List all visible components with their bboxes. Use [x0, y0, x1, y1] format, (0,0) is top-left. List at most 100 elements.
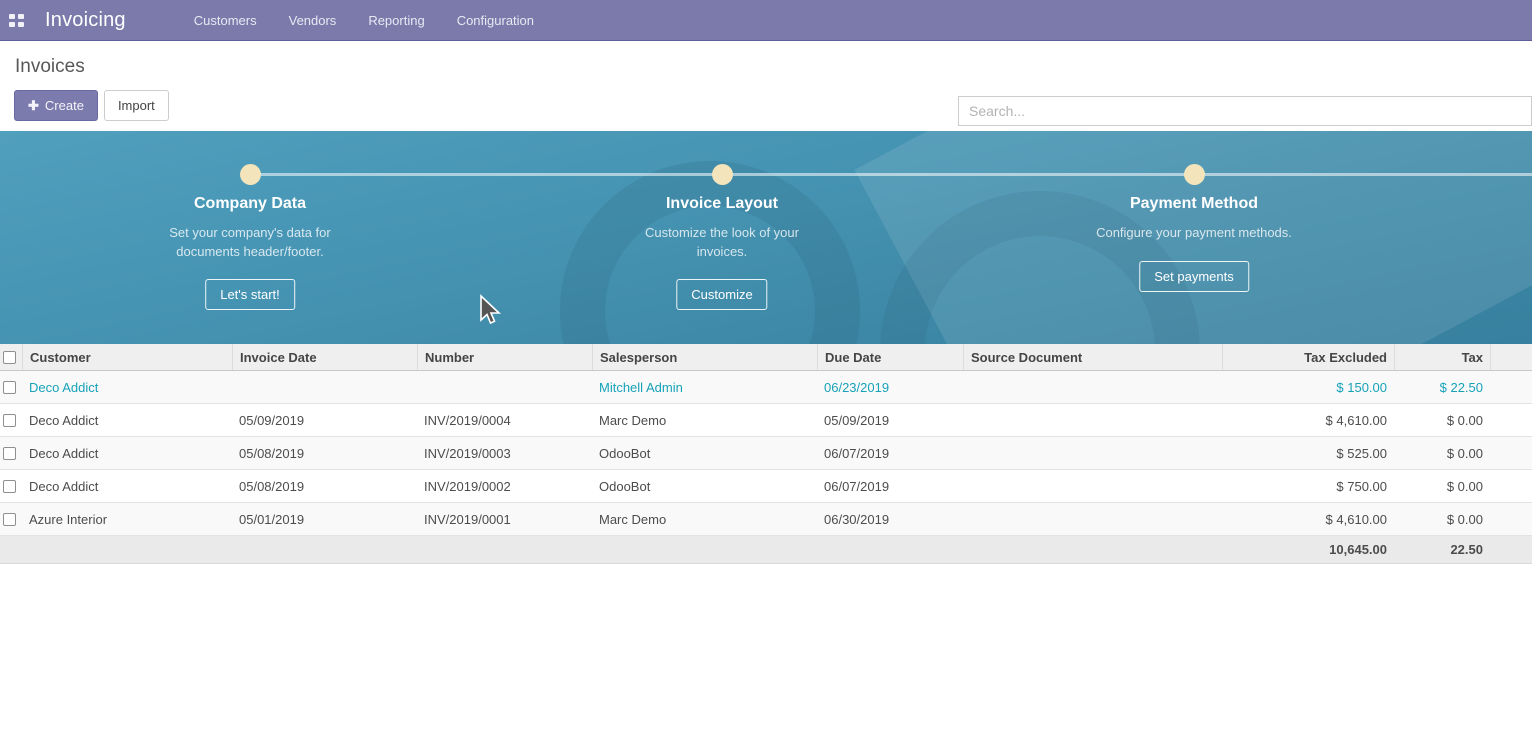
apps-grid-square	[18, 14, 24, 19]
column-header-tax[interactable]: Tax	[1394, 344, 1490, 370]
cell-customer[interactable]: Deco Addict	[22, 413, 232, 428]
import-button-label: Import	[118, 98, 155, 113]
create-button-label: Create	[45, 98, 84, 113]
row-checkbox[interactable]	[3, 480, 16, 493]
cell-invoice-date[interactable]: 05/01/2019	[232, 512, 417, 527]
menu-vendors[interactable]: Vendors	[277, 7, 349, 34]
step-title: Invoice Layout	[562, 195, 882, 213]
table-totals-row: 10,645.00 22.50	[0, 536, 1532, 564]
row-checkbox[interactable]	[3, 447, 16, 460]
invoicing-app-screen: Invoicing Customers Vendors Reporting Co…	[0, 0, 1532, 753]
top-navbar: Invoicing Customers Vendors Reporting Co…	[0, 0, 1532, 41]
cell-customer[interactable]: Deco Addict	[22, 446, 232, 461]
apps-grid-square	[9, 22, 15, 27]
cell-due-date[interactable]: 06/07/2019	[817, 446, 963, 461]
cell-customer[interactable]: Azure Interior	[22, 512, 232, 527]
cell-tax-excluded[interactable]: $ 4,610.00	[1222, 413, 1394, 428]
step-title: Company Data	[90, 195, 410, 213]
menu-configuration[interactable]: Configuration	[445, 7, 546, 34]
cell-customer[interactable]: Deco Addict	[22, 380, 232, 395]
customize-button[interactable]: Customize	[676, 279, 767, 310]
column-header-number[interactable]: Number	[417, 344, 592, 370]
step-description: Customize the look of your invoices.	[632, 224, 812, 262]
cell-salesperson[interactable]: Marc Demo	[592, 413, 817, 428]
cell-tax[interactable]: $ 0.00	[1394, 479, 1490, 494]
row-checkbox[interactable]	[3, 513, 16, 526]
cell-salesperson[interactable]: Marc Demo	[592, 512, 817, 527]
lets-start-button[interactable]: Let's start!	[205, 279, 295, 310]
cell-customer[interactable]: Deco Addict	[22, 479, 232, 494]
cell-due-date[interactable]: 05/09/2019	[817, 413, 963, 428]
set-payments-button[interactable]: Set payments	[1139, 261, 1249, 292]
cell-number[interactable]: INV/2019/0004	[417, 413, 592, 428]
cell-tax-excluded[interactable]: $ 750.00	[1222, 479, 1394, 494]
invoice-table-body: Deco Addict Mitchell Admin 06/23/2019 $ …	[0, 371, 1532, 536]
column-header-source-document[interactable]: Source Document	[963, 344, 1222, 370]
cell-salesperson[interactable]: OdooBot	[592, 446, 817, 461]
column-header-customer[interactable]: Customer	[22, 344, 232, 370]
total-tax-excluded: 10,645.00	[1222, 542, 1394, 557]
step-description: Set your company's data for documents he…	[153, 224, 348, 262]
apps-grid-icon[interactable]	[9, 14, 24, 27]
cell-salesperson[interactable]: Mitchell Admin	[592, 380, 817, 395]
cell-tax[interactable]: $ 22.50	[1394, 380, 1490, 395]
cell-tax[interactable]: $ 0.00	[1394, 512, 1490, 527]
cell-invoice-date[interactable]: 05/09/2019	[232, 413, 417, 428]
cell-due-date[interactable]: 06/07/2019	[817, 479, 963, 494]
cell-tax-excluded[interactable]: $ 4,610.00	[1222, 512, 1394, 527]
app-name[interactable]: Invoicing	[45, 9, 126, 32]
navbar-menus: Customers Vendors Reporting Configuratio…	[182, 7, 546, 34]
column-header-tax-excluded[interactable]: Tax Excluded	[1222, 344, 1394, 370]
search-box	[958, 96, 1532, 126]
onboarding-step-company-data: Company Data Set your company's data for…	[90, 131, 410, 344]
column-header-due-date[interactable]: Due Date	[817, 344, 963, 370]
cell-number[interactable]: INV/2019/0003	[417, 446, 592, 461]
create-button[interactable]: ✚ Create	[14, 90, 98, 121]
page-title: Invoices	[15, 56, 85, 78]
action-buttons: ✚ Create Import	[14, 90, 169, 121]
cell-tax-excluded[interactable]: $ 525.00	[1222, 446, 1394, 461]
step-title: Payment Method	[1034, 195, 1354, 213]
onboarding-step-invoice-layout: Invoice Layout Customize the look of you…	[562, 131, 882, 344]
row-checkbox-cell	[0, 513, 22, 526]
cell-invoice-date[interactable]: 05/08/2019	[232, 446, 417, 461]
cell-due-date[interactable]: 06/23/2019	[817, 380, 963, 395]
header-checkbox-cell	[0, 344, 22, 370]
search-input[interactable]	[959, 97, 1531, 125]
row-checkbox[interactable]	[3, 381, 16, 394]
row-checkbox-cell	[0, 414, 22, 427]
row-checkbox[interactable]	[3, 414, 16, 427]
cell-tax-excluded[interactable]: $ 150.00	[1222, 380, 1394, 395]
cell-due-date[interactable]: 06/30/2019	[817, 512, 963, 527]
table-row[interactable]: Deco Addict 05/08/2019 INV/2019/0002 Odo…	[0, 470, 1532, 503]
import-button[interactable]: Import	[104, 90, 169, 121]
table-row[interactable]: Deco Addict Mitchell Admin 06/23/2019 $ …	[0, 371, 1532, 404]
cell-tax[interactable]: $ 0.00	[1394, 413, 1490, 428]
apps-grid-square	[18, 22, 24, 27]
table-header-row: Customer Invoice Date Number Salesperson…	[0, 344, 1532, 371]
control-panel: Invoices ✚ Create Import Filters ☰	[0, 41, 1532, 131]
column-header-salesperson[interactable]: Salesperson	[592, 344, 817, 370]
column-header-filler	[1490, 344, 1532, 370]
onboarding-step-payment-method: Payment Method Configure your payment me…	[1034, 131, 1354, 344]
row-checkbox-cell	[0, 447, 22, 460]
plus-icon: ✚	[28, 98, 39, 114]
select-all-checkbox[interactable]	[3, 351, 16, 364]
cell-number[interactable]: INV/2019/0001	[417, 512, 592, 527]
cell-tax[interactable]: $ 0.00	[1394, 446, 1490, 461]
row-checkbox-cell	[0, 480, 22, 493]
cell-number[interactable]: INV/2019/0002	[417, 479, 592, 494]
invoice-list: Customer Invoice Date Number Salesperson…	[0, 344, 1532, 564]
table-row[interactable]: Azure Interior 05/01/2019 INV/2019/0001 …	[0, 503, 1532, 536]
table-row[interactable]: Deco Addict 05/09/2019 INV/2019/0004 Mar…	[0, 404, 1532, 437]
cell-salesperson[interactable]: OdooBot	[592, 479, 817, 494]
cell-invoice-date[interactable]: 05/08/2019	[232, 479, 417, 494]
step-description: Configure your payment methods.	[1054, 224, 1334, 243]
total-tax: 22.50	[1394, 542, 1490, 557]
menu-reporting[interactable]: Reporting	[356, 7, 436, 34]
onboarding-banner: Company Data Set your company's data for…	[0, 131, 1532, 344]
menu-customers[interactable]: Customers	[182, 7, 269, 34]
column-header-invoice-date[interactable]: Invoice Date	[232, 344, 417, 370]
table-row[interactable]: Deco Addict 05/08/2019 INV/2019/0003 Odo…	[0, 437, 1532, 470]
apps-grid-square	[9, 14, 15, 19]
